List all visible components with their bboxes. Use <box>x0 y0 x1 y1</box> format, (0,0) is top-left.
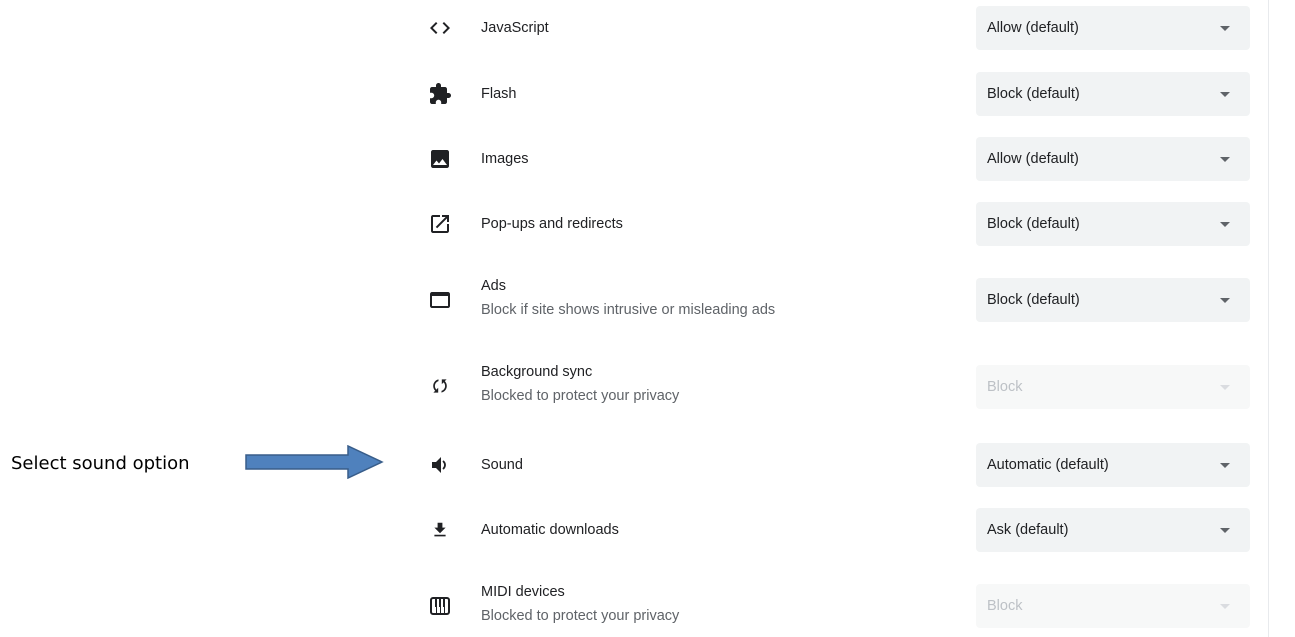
select-value: Allow (default) <box>987 20 1079 36</box>
sound-permission-select[interactable]: Automatic (default) <box>976 443 1250 487</box>
setting-row-sound: Sound Automatic (default) <box>410 443 1260 487</box>
dropdown-caret-icon <box>1220 157 1230 162</box>
site-settings-list: JavaScript Allow (default) Flash Block (… <box>410 0 1260 637</box>
arrow-right-icon <box>245 445 384 479</box>
setting-row-midi-devices: MIDI devices Blocked to protect your pri… <box>410 584 1260 628</box>
select-value: Automatic (default) <box>987 457 1109 473</box>
annotation-label: Select sound option <box>11 453 190 474</box>
open-in-new-icon <box>428 212 452 236</box>
setting-subtitle: Blocked to protect your privacy <box>481 388 680 404</box>
setting-title: Ads <box>481 278 506 294</box>
setting-row-flash: Flash Block (default) <box>410 72 1260 116</box>
select-value: Ask (default) <box>987 522 1069 538</box>
sync-icon <box>428 374 452 398</box>
web-window-icon <box>428 288 452 312</box>
popups-permission-select[interactable]: Block (default) <box>976 202 1250 246</box>
select-value: Allow (default) <box>987 151 1079 167</box>
dropdown-caret-icon <box>1220 92 1230 97</box>
dropdown-caret-icon <box>1220 298 1230 303</box>
volume-icon <box>428 453 452 477</box>
setting-title: MIDI devices <box>481 584 565 600</box>
piano-icon <box>428 594 452 618</box>
select-value: Block (default) <box>987 216 1080 232</box>
setting-row-javascript: JavaScript Allow (default) <box>410 6 1260 50</box>
setting-title: JavaScript <box>481 20 549 36</box>
code-icon <box>428 16 452 40</box>
dropdown-caret-icon <box>1220 26 1230 31</box>
select-value: Block (default) <box>987 86 1080 102</box>
select-value: Block <box>987 379 1023 395</box>
setting-row-automatic-downloads: Automatic downloads Ask (default) <box>410 508 1260 552</box>
dropdown-caret-icon <box>1220 222 1230 227</box>
select-value: Block (default) <box>987 292 1080 308</box>
puzzle-piece-icon <box>428 82 452 106</box>
setting-title: Pop-ups and redirects <box>481 216 623 232</box>
dropdown-caret-icon <box>1220 463 1230 468</box>
setting-title: Automatic downloads <box>481 522 619 538</box>
setting-row-ads: Ads Block if site shows intrusive or mis… <box>410 278 1260 322</box>
setting-row-images: Images Allow (default) <box>410 137 1260 181</box>
background-sync-permission-select: Block <box>976 365 1250 409</box>
javascript-permission-select[interactable]: Allow (default) <box>976 6 1250 50</box>
automatic-downloads-permission-select[interactable]: Ask (default) <box>976 508 1250 552</box>
download-icon <box>428 518 452 542</box>
setting-row-popups: Pop-ups and redirects Block (default) <box>410 202 1260 246</box>
setting-subtitle: Blocked to protect your privacy <box>481 608 680 624</box>
midi-devices-permission-select: Block <box>976 584 1250 628</box>
images-permission-select[interactable]: Allow (default) <box>976 137 1250 181</box>
setting-title: Flash <box>481 86 517 102</box>
scrollbar-divider <box>1268 0 1269 637</box>
dropdown-caret-icon <box>1220 604 1230 609</box>
image-icon <box>428 147 452 171</box>
setting-title: Background sync <box>481 364 593 380</box>
dropdown-caret-icon <box>1220 528 1230 533</box>
setting-title: Sound <box>481 457 523 473</box>
ads-permission-select[interactable]: Block (default) <box>976 278 1250 322</box>
setting-title: Images <box>481 151 529 167</box>
annotation: Select sound option <box>0 445 400 485</box>
setting-subtitle: Block if site shows intrusive or mislead… <box>481 302 776 318</box>
dropdown-caret-icon <box>1220 385 1230 390</box>
setting-row-background-sync: Background sync Blocked to protect your … <box>410 364 1260 409</box>
select-value: Block <box>987 598 1023 614</box>
flash-permission-select[interactable]: Block (default) <box>976 72 1250 116</box>
